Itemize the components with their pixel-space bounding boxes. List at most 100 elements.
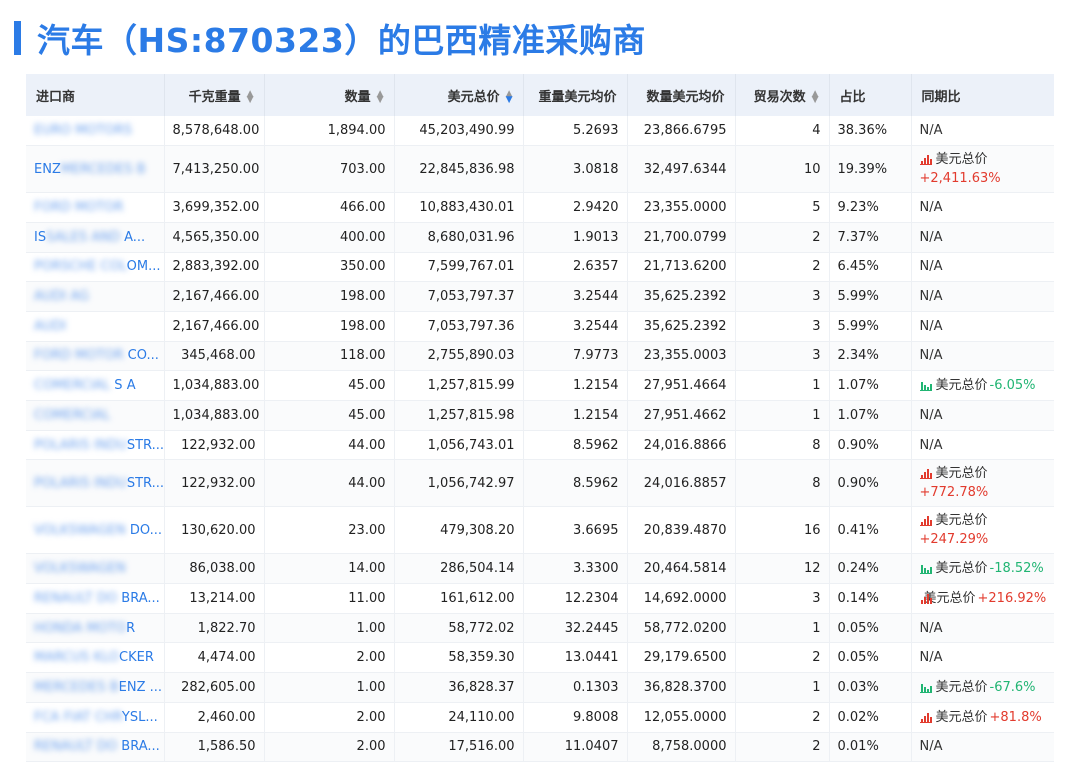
usd-per-weight-cell: 5.2693 [523,116,628,147]
quantity-cell: 2.00 [264,702,395,733]
table-row: COMERCIAL S A 1,034,883.00 45.00 1,257,815.… [26,370,1054,401]
sort-active-icon[interactable]: ▲ ▼ [506,90,513,105]
sort-icon[interactable]: ▲ ▼ [812,90,819,105]
trend-up-chart-icon [919,154,932,166]
trade-count-cell: 10 [735,145,830,194]
col-header-kg-weight[interactable]: 千克重量 ▲ ▼ [164,74,265,116]
importer-cell[interactable]: PORSCHE COLOM... [26,252,165,283]
kg-weight-cell: 4,565,350.00 [164,222,265,253]
importer-name-masked: HONDA MOTO [34,620,127,636]
share-cell: 7.37% [829,222,912,253]
quantity-cell: 23.00 [264,506,395,555]
importer-cell[interactable]: ENZMERCEDES B [26,145,165,194]
quantity-cell: 14.00 [264,553,395,585]
importer-cell[interactable]: MARCUS KLOCKER [26,642,165,674]
yoy-cell: N/A [911,613,1054,644]
importer-name-masked: COMERCIAL [34,378,111,394]
importer-cell[interactable]: HONDA MOTOR [26,613,165,644]
importer-cell[interactable]: FORD MOTOR CO... [26,341,165,372]
usd-per-qty-cell: 23,355.0003 [627,341,736,372]
importer-cell[interactable]: FCA FIAT CHRYSL... [26,702,165,733]
trade-count-cell: 1 [735,613,830,644]
quantity-cell: 45.00 [264,370,395,401]
importer-name-suffix: BRA... [117,590,160,606]
importer-cell[interactable]: AUDI [26,311,165,342]
importer-name-masked: FORD MOTOR [34,200,124,216]
yoy-value: N/A [919,407,943,423]
table-row: POLARIS INDUSTR... 122,932.00 44.00 1,056,7… [26,459,1054,508]
table-row: EURO MOTORS 8,578,648.00 1,894.00 45,203,49… [26,116,1054,147]
quantity-cell: 45.00 [264,400,395,431]
kg-weight-cell: 1,822.70 [164,613,265,644]
usd-per-weight-cell: 3.2544 [523,311,628,342]
importer-cell[interactable]: AUDI AG [26,281,165,312]
kg-weight-cell: 2,460.00 [164,702,265,733]
trade-count-cell: 3 [735,281,830,312]
yoy-metric-label: 美元总价 [935,152,988,168]
kg-weight-cell: 8,578,648.00 [164,116,265,147]
importer-cell[interactable]: RENAULT DO BRA... [26,732,165,763]
importer-cell[interactable]: POLARIS INDUSTR... [26,459,165,508]
usd-per-weight-cell: 8.5962 [523,459,628,508]
importer-name-suffix: BRA... [117,739,160,755]
yoy-cell: N/A [911,400,1054,431]
trade-count-cell: 2 [735,642,830,674]
trend-up-chart-icon [919,712,932,723]
usd-total-cell: 58,359.30 [394,642,524,674]
sort-icon[interactable]: ▲ ▼ [247,90,254,105]
table-row: RENAULT DO BRA... 1,586.50 2.00 17,516.00 11… [26,732,1054,763]
yoy-metric-label: 美元总价 [935,466,988,482]
importer-name-masked: MERCEDES B [60,161,146,177]
kg-weight-cell: 122,932.00 [164,459,265,508]
col-header-quantity[interactable]: 数量 ▲ ▼ [264,74,395,116]
yoy-metric: 美元总价 +216.92% [920,589,1046,608]
importer-cell[interactable]: ISSALES AND A... [26,222,165,253]
yoy-cell: 美元总价 +772.78% [911,459,1054,508]
table-row: ENZMERCEDES B 7,413,250.00 703.00 22,845,83… [26,145,1054,194]
usd-per-weight-cell: 7.9773 [523,341,628,372]
importer-cell[interactable]: MERCEDES BENZ ... [26,672,165,703]
share-cell: 2.34% [829,341,912,372]
importer-cell[interactable]: EURO MOTORS [26,116,165,147]
yoy-value: N/A [919,259,943,275]
importer-name-masked: MERCEDES B [34,679,119,695]
yoy-cell: 美元总价 +2,411.63% [911,145,1054,194]
kg-weight-cell: 3,699,352.00 [164,192,265,223]
col-header-trade-count[interactable]: 贸易次数 ▲ ▼ [735,74,830,116]
sort-icon[interactable]: ▲ ▼ [377,90,384,105]
importer-name-masked: MARCUS KLO [34,650,120,666]
importer-cell[interactable]: VOLKSWAGEN DO... [26,506,165,555]
usd-per-qty-cell: 12,055.0000 [627,702,736,733]
importer-cell[interactable]: FORD MOTOR [26,192,165,223]
yoy-value: N/A [919,200,943,216]
kg-weight-cell: 130,620.00 [164,506,265,555]
yoy-metric-label: 美元总价 [935,679,988,695]
quantity-cell: 1.00 [264,613,395,644]
table-row: FCA FIAT CHRYSL... 2,460.00 2.00 24,110.00 9… [26,702,1054,733]
yoy-value: -18.52% [989,561,1044,577]
table-row: PORSCHE COLOM... 2,883,392.00 350.00 7,599,… [26,252,1054,283]
usd-per-weight-cell: 13.0441 [523,642,628,674]
importer-cell[interactable]: RENAULT DO BRA... [26,583,165,614]
importer-name-suffix: OM... [126,259,161,275]
usd-per-qty-cell: 29,179.6500 [627,642,736,674]
importer-name-suffix: STR... [126,437,164,453]
importer-name-suffix: CKER [119,650,154,666]
share-cell: 5.99% [829,281,912,312]
yoy-value: +2,411.63% [919,171,1001,187]
yoy-metric-label: 美元总价 [935,561,988,577]
share-cell: 38.36% [829,116,912,147]
importer-cell[interactable]: POLARIS INDUSTR... [26,430,165,461]
usd-per-weight-cell: 12.2304 [523,583,628,614]
yoy-value: N/A [919,348,943,364]
col-header-usd-total[interactable]: 美元总价 ▲ ▼ [394,74,524,116]
share-cell: 6.45% [829,252,912,283]
usd-per-weight-cell: 1.9013 [523,222,628,253]
importer-cell[interactable]: COMERCIAL [26,400,165,431]
share-cell: 0.05% [829,613,912,644]
importer-cell[interactable]: VOLKSWAGEN [26,553,165,585]
yoy-cell: N/A [911,222,1054,253]
quantity-cell: 2.00 [264,732,395,763]
importer-cell[interactable]: COMERCIAL S A [26,370,165,401]
yoy-metric: 美元总价 -67.6% [919,678,1047,697]
